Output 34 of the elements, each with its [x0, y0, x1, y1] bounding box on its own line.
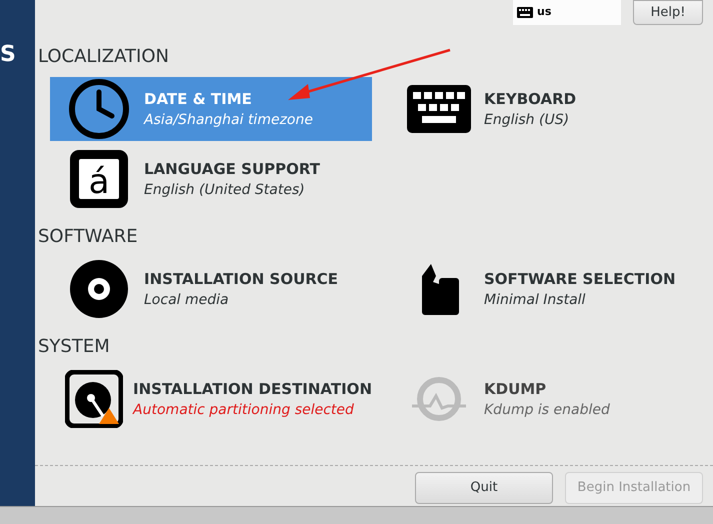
logo-text: S — [0, 44, 16, 69]
horizontal-scrollbar[interactable] — [0, 506, 713, 524]
spoke-status: Asia/Shanghai timezone — [144, 111, 313, 130]
section-heading: SOFTWARE — [38, 224, 139, 249]
section-heading: SYSTEM — [38, 334, 111, 359]
language-icon: á — [70, 150, 128, 208]
clock-icon — [68, 78, 130, 140]
spoke-status: Kdump is enabled — [484, 401, 610, 420]
spoke-status: Automatic partitioning selected — [133, 401, 355, 420]
disc-icon — [70, 260, 128, 318]
layout-label: us — [537, 4, 552, 20]
spoke-title: SOFTWARE SELECTION — [484, 268, 676, 290]
keyboard-icon — [517, 7, 533, 18]
keyboard-icon — [407, 85, 471, 134]
spoke-title: INSTALLATION SOURCE — [144, 268, 338, 290]
spoke-title: KEYBOARD — [484, 88, 576, 110]
spoke-title: INSTALLATION DESTINATION — [133, 378, 372, 400]
keyboard-layout-indicator[interactable]: us — [513, 0, 621, 25]
spoke-status: English (US) — [484, 111, 570, 130]
spoke-title: DATE & TIME — [144, 88, 253, 110]
hub-spoke[interactable]: INSTALLATION DESTINATION Automatic partitioning selected — [50, 367, 372, 432]
quit-button[interactable]: Quit — [415, 472, 553, 504]
spoke-title: LANGUAGE SUPPORT — [144, 158, 320, 180]
spoke-title: KDUMP — [484, 378, 548, 400]
hub-spoke[interactable]: SOFTWARE SELECTION Minimal Install — [390, 257, 712, 322]
spoke-status: Minimal Install — [484, 291, 586, 310]
spoke-status: Local media — [144, 291, 230, 310]
hub-spoke[interactable]: INSTALLATION SOURCE Local media — [50, 257, 372, 322]
kdump-icon — [410, 376, 468, 422]
spoke-status: English (United States) — [144, 181, 306, 200]
help-button[interactable]: Help! — [633, 0, 703, 25]
hub-spoke[interactable]: á LANGUAGE SUPPORT English (United States) — [50, 147, 372, 212]
section-heading: LOCALIZATION — [38, 44, 170, 69]
hub-spoke[interactable]: KEYBOARD English (US) — [390, 77, 712, 142]
